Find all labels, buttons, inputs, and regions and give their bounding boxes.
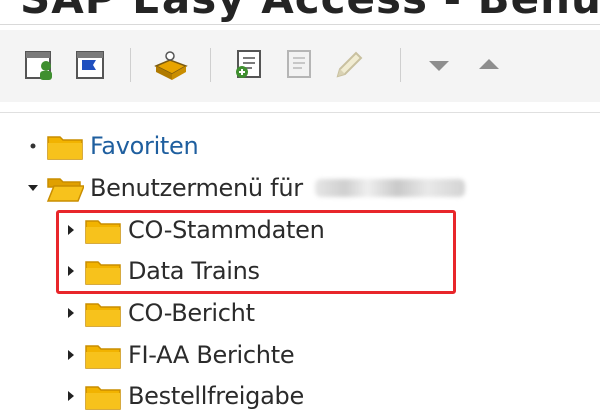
toolbar-separator bbox=[210, 48, 211, 82]
folder-icon bbox=[47, 136, 83, 160]
collapsed-arrow-icon[interactable] bbox=[62, 251, 80, 291]
folder-icon bbox=[85, 261, 121, 285]
user-menu-icon bbox=[25, 51, 52, 80]
window-title: SAP Easy Access - Benutzerm bbox=[20, 0, 600, 23]
tree-item-label[interactable]: CO-Stammdaten bbox=[128, 216, 325, 244]
bullet-icon bbox=[24, 126, 42, 166]
title-divider bbox=[0, 24, 600, 25]
application-toolbar bbox=[0, 30, 600, 102]
user-menu-button[interactable] bbox=[20, 44, 62, 86]
window-titlebar: SAP Easy Access - Benutzerm bbox=[0, 0, 600, 24]
open-folder-icon bbox=[46, 178, 84, 202]
tree-node-user-menu[interactable]: Benutzermenü für bbox=[24, 168, 465, 208]
folder-icon bbox=[85, 386, 121, 410]
other-menu-button[interactable] bbox=[228, 44, 270, 86]
sap-menu-icon bbox=[76, 51, 104, 79]
assign-users-button[interactable] bbox=[278, 44, 320, 86]
collapsed-arrow-icon[interactable] bbox=[62, 293, 80, 333]
folder-icon bbox=[85, 345, 121, 369]
arrow-up-icon bbox=[479, 59, 499, 69]
add-favorite-icon bbox=[154, 51, 188, 80]
add-favorite-button[interactable] bbox=[150, 44, 192, 86]
edit-pencil-icon bbox=[336, 51, 363, 78]
move-down-button[interactable] bbox=[418, 44, 460, 86]
expanded-arrow-icon[interactable] bbox=[24, 168, 42, 208]
tree-node-item[interactable]: CO-Stammdaten bbox=[62, 210, 325, 250]
tree-label-user-menu[interactable]: Benutzermenü für bbox=[90, 174, 303, 202]
folder-icon bbox=[85, 220, 121, 244]
toolbar-separator bbox=[400, 48, 401, 82]
tree-item-label[interactable]: Bestellfreigabe bbox=[128, 382, 304, 410]
move-up-button[interactable] bbox=[468, 44, 510, 86]
folder-icon bbox=[85, 303, 121, 327]
tree-node-favorites[interactable]: Favoriten bbox=[24, 126, 199, 166]
collapsed-arrow-icon[interactable] bbox=[62, 376, 80, 416]
tree-node-item[interactable]: Bestellfreigabe bbox=[62, 376, 304, 416]
assign-users-icon bbox=[287, 50, 311, 78]
tree-item-label[interactable]: FI-AA Berichte bbox=[128, 341, 295, 369]
edit-button[interactable] bbox=[328, 44, 370, 86]
arrow-down-icon bbox=[429, 61, 449, 71]
redacted-username bbox=[314, 179, 465, 197]
collapsed-arrow-icon[interactable] bbox=[62, 335, 80, 375]
tree-item-label[interactable]: CO-Bericht bbox=[128, 299, 255, 327]
tree-node-item[interactable]: Data Trains bbox=[62, 251, 260, 291]
tree-node-item[interactable]: CO-Bericht bbox=[62, 293, 255, 333]
tree-item-label[interactable]: Data Trains bbox=[128, 257, 260, 285]
other-menu-icon bbox=[236, 50, 261, 78]
tree-label-favorites[interactable]: Favoriten bbox=[90, 132, 199, 160]
tree-node-item[interactable]: FI-AA Berichte bbox=[62, 335, 295, 375]
toolbar-separator bbox=[130, 48, 131, 82]
collapsed-arrow-icon[interactable] bbox=[62, 210, 80, 250]
sap-menu-button[interactable] bbox=[70, 44, 112, 86]
